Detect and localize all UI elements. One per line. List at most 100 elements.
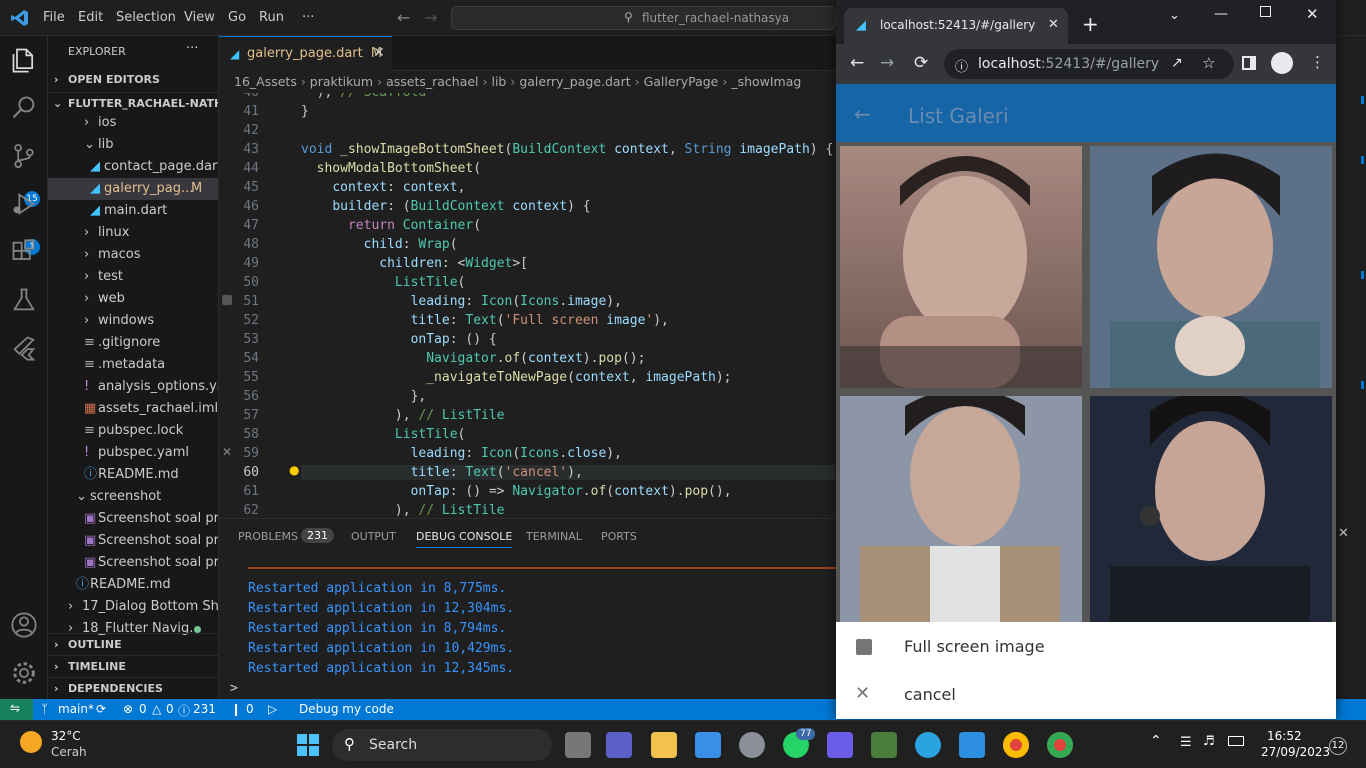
close-tab-icon[interactable]: ✕ bbox=[373, 45, 385, 61]
remote-indicator[interactable]: ⇋ bbox=[0, 699, 33, 720]
site-info-icon[interactable]: ⓘ bbox=[955, 56, 968, 75]
close-tab-icon[interactable]: ✕ bbox=[1048, 17, 1059, 32]
timeline-section[interactable]: › TIMELINE bbox=[48, 655, 218, 677]
tab-output[interactable]: OUTPUT bbox=[351, 530, 396, 543]
store-icon[interactable] bbox=[695, 732, 721, 758]
errors-count[interactable]: 0 bbox=[139, 702, 147, 716]
breadcrumb-item[interactable]: galerry_page.dart bbox=[519, 74, 630, 89]
windows-start-icon[interactable] bbox=[296, 733, 320, 757]
sheet-item-full-screen[interactable]: Full screen image bbox=[836, 623, 1336, 671]
volume-icon[interactable]: ♬ bbox=[1203, 734, 1215, 749]
file-tree-item[interactable]: ◢ main.dart bbox=[48, 200, 218, 222]
battery-icon[interactable] bbox=[1228, 736, 1244, 746]
sheet-item-cancel[interactable]: ✕ cancel bbox=[836, 671, 1336, 719]
info-count[interactable]: 231 bbox=[193, 702, 216, 716]
breadcrumb-item[interactable]: 16_Assets bbox=[234, 74, 297, 89]
flutter-icon[interactable] bbox=[10, 334, 38, 362]
app-tool-icon[interactable] bbox=[871, 732, 897, 758]
file-tree-item[interactable]: ⌄ screenshot bbox=[48, 486, 218, 508]
chrome-profile-icon[interactable] bbox=[1047, 732, 1073, 758]
file-tree-item[interactable]: ≡ .metadata bbox=[48, 354, 218, 376]
file-tree-item[interactable]: ◢ contact_page.dart bbox=[48, 156, 218, 178]
source-control-icon[interactable] bbox=[10, 142, 38, 170]
menu-go[interactable]: Go bbox=[228, 10, 246, 25]
clock-time[interactable]: 16:52 bbox=[1267, 729, 1302, 743]
warnings-count[interactable]: 0 bbox=[166, 702, 174, 716]
reload-icon[interactable]: ⟳ bbox=[914, 53, 928, 73]
minimize-icon[interactable]: — bbox=[1214, 6, 1228, 22]
browser-tab[interactable]: ◢ localhost:52413/#/gallery ✕ bbox=[844, 8, 1068, 44]
settings-gear-icon[interactable] bbox=[10, 659, 38, 687]
back-arrow-icon[interactable]: ← bbox=[854, 102, 871, 126]
file-tree-item[interactable]: ⌄ lib bbox=[48, 134, 218, 156]
file-tree-item[interactable]: ≡ .gitignore bbox=[48, 332, 218, 354]
extensions-icon[interactable] bbox=[10, 238, 38, 266]
sync-icon[interactable]: ⟳ bbox=[96, 702, 106, 716]
breadcrumb-item[interactable]: assets_rachael bbox=[386, 74, 478, 89]
file-tree-item[interactable]: ! pubspec.yaml bbox=[48, 442, 218, 464]
file-tree-item[interactable]: › linux bbox=[48, 222, 218, 244]
close-panel-icon[interactable]: ✕ bbox=[1338, 526, 1349, 541]
teams-icon[interactable] bbox=[606, 732, 632, 758]
code-editor[interactable]: 40 ), // Scaffold 41} 42 43 void _showImageB… bbox=[219, 93, 836, 518]
file-tree-item[interactable]: › web bbox=[48, 288, 218, 310]
file-explorer-icon[interactable] bbox=[651, 732, 677, 758]
tab-ports[interactable]: PORTS bbox=[601, 530, 637, 543]
address-bar[interactable]: ⓘ localhost:52413/#/gallery ↗ ☆ bbox=[944, 49, 1234, 79]
vscode-icon[interactable] bbox=[959, 732, 985, 758]
wifi-icon[interactable]: ☰ bbox=[1180, 735, 1192, 750]
back-arrow-icon[interactable]: ← bbox=[850, 53, 864, 73]
file-tree-item[interactable]: › macos bbox=[48, 244, 218, 266]
tab-search-icon[interactable]: ⌄ bbox=[1169, 8, 1180, 23]
menu-file[interactable]: File bbox=[43, 10, 65, 25]
file-tree-item[interactable]: › test bbox=[48, 266, 218, 288]
gallery-image-4[interactable] bbox=[1090, 391, 1332, 638]
debug-config[interactable]: Debug my code bbox=[299, 702, 394, 716]
file-tree-item[interactable]: ▦ assets_rachael.iml bbox=[48, 398, 218, 420]
run-debug-icon[interactable] bbox=[10, 190, 38, 218]
ports-count[interactable]: 0 bbox=[246, 702, 254, 716]
back-arrow-icon[interactable]: ← bbox=[397, 8, 410, 27]
file-tree-item[interactable]: ▣Screenshot soal pri... bbox=[48, 508, 218, 530]
gallery-image-2[interactable] bbox=[1090, 146, 1332, 388]
command-center[interactable]: ⚲ flutter_rachael-nathasya bbox=[451, 6, 836, 30]
open-editors-section[interactable]: › OPEN EDITORS bbox=[48, 69, 218, 91]
maximize-icon[interactable] bbox=[1260, 6, 1271, 17]
tab-terminal[interactable]: TERMINAL bbox=[526, 530, 582, 543]
breadcrumb-item[interactable]: GalleryPage bbox=[644, 74, 719, 89]
profile-avatar[interactable] bbox=[1271, 52, 1293, 74]
menu-selection[interactable]: Selection bbox=[116, 10, 176, 25]
telegram-icon[interactable] bbox=[915, 732, 941, 758]
lightbulb-icon[interactable]: ● bbox=[289, 463, 299, 477]
more-actions-icon[interactable]: ··· bbox=[186, 41, 198, 56]
breadcrumb-item[interactable]: lib bbox=[491, 74, 506, 89]
app-link-icon[interactable] bbox=[827, 732, 853, 758]
account-icon[interactable] bbox=[10, 611, 38, 639]
tab-debug-console[interactable]: DEBUG CONSOLE bbox=[416, 530, 513, 548]
project-section[interactable]: ⌄FLUTTER_RACHAEL-NATH... bbox=[48, 92, 218, 114]
file-tree-item[interactable]: › 17_Dialog Bottom Sh... bbox=[48, 596, 218, 618]
file-tree-item[interactable]: ⓘ README.md bbox=[48, 574, 218, 596]
tab-galerry-page[interactable]: ◢ galerry_page.dart M ✕ bbox=[219, 36, 392, 71]
menu-more[interactable]: ··· bbox=[302, 10, 314, 25]
new-tab-icon[interactable]: + bbox=[1082, 12, 1099, 36]
forward-arrow-icon[interactable]: → bbox=[424, 8, 437, 27]
weather-desc[interactable]: Cerah bbox=[51, 745, 87, 759]
notification-badge[interactable]: 12 bbox=[1329, 737, 1347, 755]
close-marker-icon[interactable]: ✕ bbox=[222, 445, 232, 459]
settings-gear-icon[interactable] bbox=[739, 732, 765, 758]
file-tree-item[interactable]: ◢ galerry_pag... M bbox=[48, 178, 218, 200]
file-tree-item[interactable]: ! analysis_options.ya... bbox=[48, 376, 218, 398]
weather-temp[interactable]: 32°C bbox=[51, 729, 81, 743]
testing-flask-icon[interactable] bbox=[10, 286, 38, 314]
task-view-icon[interactable] bbox=[565, 732, 591, 758]
file-tree-item[interactable]: ▣Screenshot soal pri... bbox=[48, 530, 218, 552]
file-tree-item[interactable]: › ios bbox=[48, 112, 218, 134]
file-tree-item[interactable]: › windows bbox=[48, 310, 218, 332]
outline-section[interactable]: › OUTLINE bbox=[48, 633, 218, 655]
menu-kebab-icon[interactable]: ⋮ bbox=[1310, 53, 1325, 71]
menu-view[interactable]: View bbox=[184, 10, 215, 25]
chevron-up-icon[interactable]: ⌃ bbox=[1150, 733, 1162, 749]
gallery-image-1[interactable] bbox=[840, 146, 1082, 388]
menu-run[interactable]: Run bbox=[259, 10, 284, 25]
